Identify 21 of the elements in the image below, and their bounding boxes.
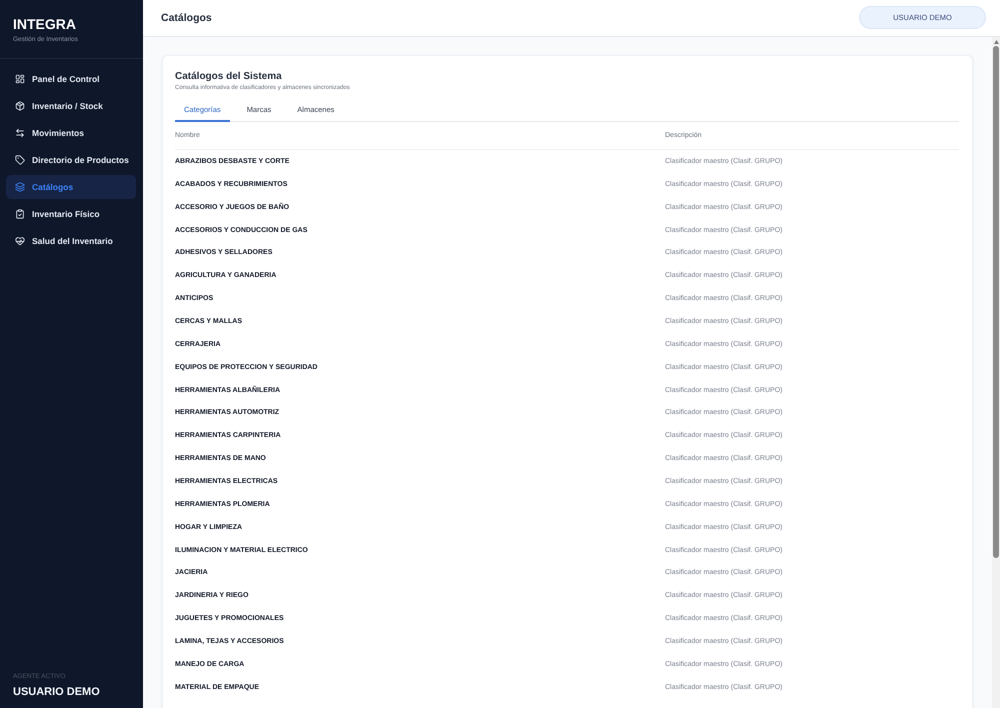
sidebar-item[interactable]: Salud del Inventario <box>6 229 136 253</box>
scrollbar[interactable] <box>992 37 1000 708</box>
page-title: Catálogos <box>161 12 212 24</box>
scrollbar-thumb[interactable] <box>993 46 999 558</box>
clipboard-check-icon <box>15 209 25 219</box>
tag-icon <box>15 155 25 165</box>
card-title: Catálogos del Sistema <box>175 70 283 83</box>
heart-pulse-icon <box>15 236 25 246</box>
layers-icon <box>15 182 25 192</box>
scroll-up-icon[interactable] <box>994 40 998 44</box>
brand-name: INTEGRA <box>13 16 76 32</box>
dashboard-icon <box>15 74 25 84</box>
sidebar-item[interactable]: Inventario Físico <box>6 202 136 226</box>
sidebar-item[interactable]: Directorio de Productos <box>6 148 136 172</box>
box-icon <box>15 101 25 111</box>
sidebar-item[interactable]: Movimientos <box>6 121 136 145</box>
sidebar-item[interactable]: Panel de Control <box>6 67 136 91</box>
sidebar-item[interactable]: Inventario / Stock <box>6 94 136 118</box>
arrows-icon <box>15 128 25 138</box>
footer-user-name: USUARIO DEMO <box>13 686 100 699</box>
sidebar-item[interactable]: Catálogos <box>6 175 136 199</box>
